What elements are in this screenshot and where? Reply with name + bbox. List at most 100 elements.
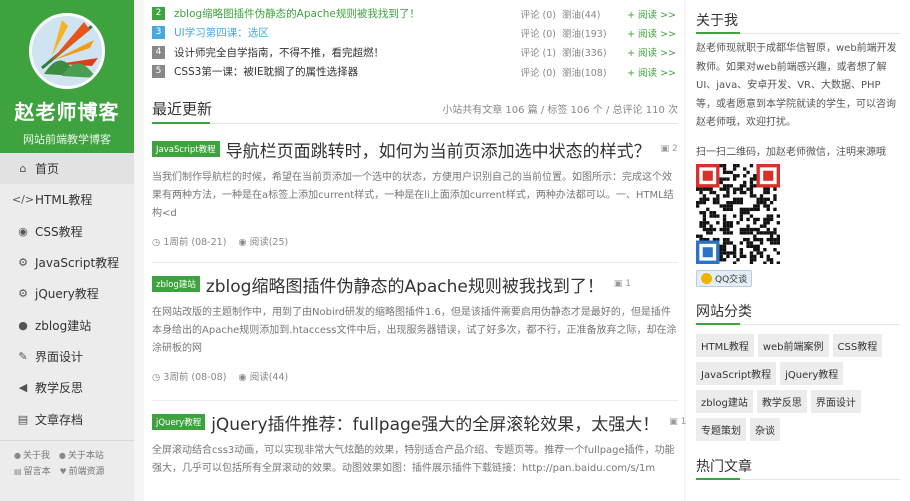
view-count: 瀏油(193) (562, 28, 607, 40)
category-tag[interactable]: 教学反思 (756, 389, 807, 413)
category-tag[interactable]: HTML教程 (696, 333, 754, 357)
site-stats: 小站共有文章 106 篇 / 标签 106 个 / 总评论 110 次 (442, 105, 678, 116)
image-icon: ▣ (660, 144, 672, 154)
nav-item-6[interactable]: ✎ 界面设计 (0, 341, 134, 372)
image-icon: ▣ (669, 417, 681, 427)
post-title[interactable]: zblog缩略图插件伪静态的Apache规则被我找到了！ (206, 272, 604, 297)
book-icon: ▤ (14, 467, 22, 476)
hot-article-title[interactable]: CSS3第一课：被IE耽搁了的属性选择器 (174, 64, 515, 79)
nav-item-label: 文章存档 (35, 412, 84, 427)
category-tag[interactable]: JavaScript教程 (696, 361, 777, 385)
hot-articles-heading: 热门文章 (696, 456, 900, 480)
qr-code-image (696, 163, 780, 264)
category-tag[interactable]: 专题策划 (696, 417, 746, 441)
post-meta: ◷ 1周前 (08-21) ◉ 阅读(25) (152, 234, 678, 248)
post-excerpt: 全屏滚动结合css3动画，可以实现非常大气炫酷的效果，特别适合产品介绍、专题页等… (152, 445, 675, 474)
post-divider (152, 400, 678, 401)
view-count: 瀏油(108) (562, 67, 607, 79)
gears-icon: ⚙ (18, 287, 28, 301)
read-more-link[interactable]: + 阅读 >> (622, 45, 676, 59)
hot-article-row: 5 CSS3第一课：被IE耽搁了的属性选择器 评论 (0) 瀏油(108) + 阅读 >… (152, 62, 676, 81)
user-icon: ● (14, 451, 21, 460)
qq-chat-button[interactable]: QQ交谈 (696, 269, 753, 287)
comment-count: 评论 (1) (520, 48, 556, 60)
rank-badge: 2 (152, 7, 165, 21)
footer-link-resources[interactable]: ♥ 前端资源 (59, 467, 104, 477)
nav-item-label: 首页 (35, 162, 60, 177)
hot-article-row: 3 UI学习第四课：选区 评论 (0) 瀏油(193) + 阅读 >> (152, 23, 676, 42)
nav-item-3[interactable]: ⚙ JavaScript教程 (0, 247, 134, 278)
post-time: ◷ 1周前 (08-21) (152, 237, 227, 248)
category-tag[interactable]: 杂谈 (750, 417, 780, 441)
nav-item-label: 界面设计 (35, 349, 84, 364)
category-tag[interactable]: CSS教程 (832, 333, 883, 357)
nav-item-5[interactable]: ● zblog建站 (0, 309, 134, 340)
view-count: 瀏油(44) (562, 9, 601, 21)
archive-icon: ▤ (17, 412, 29, 426)
post-excerpt: 在网站改版的主题制作中，用到了由Nobird研发的缩略图插件1.6，但是该插件需… (152, 307, 677, 354)
category-tag[interactable]: web前端案例 (757, 333, 829, 357)
nav-item-label: zblog建站 (35, 318, 92, 333)
category-tags: HTML教程 web前端案例 CSS教程 JavaScript教程 jQuery教程 zb… (696, 333, 900, 446)
footer-link-guestbook[interactable]: ▤ 留言本 (14, 467, 51, 477)
hot-article-row: 2 zblog缩略图插件伪静态的Apache规则被我找到了！ 评论 (0) 瀏油(44… (152, 4, 676, 23)
comment-count: 评论 (0) (520, 67, 556, 79)
image-count: ▣ 1 (669, 417, 687, 427)
post-excerpt: 当我们制作导航栏的时候，希望在当前页添加一个选中的状态，方便用户识别自己的当前位… (152, 172, 674, 219)
rank-badge: 3 (152, 26, 165, 40)
qq-icon (701, 272, 712, 284)
right-sidebar: 关于我 赵老师现就职于成都华信智原，web前端开发教师。如果对web前端感兴趣，… (686, 0, 910, 501)
rank-badge: 4 (152, 45, 165, 59)
nav-item-7[interactable]: ◀ 教学反思 (0, 372, 134, 403)
user-icon: ● (58, 451, 66, 460)
eye-icon: ◉ (18, 224, 28, 238)
nav-item-8[interactable]: ▤ 文章存档 (0, 403, 134, 434)
read-more-link[interactable]: + 阅读 >> (622, 26, 676, 40)
category-tag[interactable]: jQuery教程 (780, 361, 844, 385)
hot-article-title[interactable]: 设计师完全自学指南，不得不推，看完超燃！ (174, 45, 515, 60)
category-tag[interactable]: 界面设计 (810, 389, 861, 413)
post-meta: ◷ 3周前 (08-08) ◉ 阅读(44) (152, 369, 678, 383)
about-text: 赵老师现就职于成都华信智原，web前端开发教师。如果对web前端感兴趣，或者想了… (696, 43, 897, 128)
site-title[interactable]: 赵老师博客 (0, 96, 134, 125)
post-title[interactable]: 导航栏页面跳转时，如何为当前页添加选中状态的样式？ (226, 137, 651, 162)
recent-title: 最近更新 (152, 100, 213, 118)
post-title[interactable]: jQuery插件推荐：fullpage强大的全屏滚轮效果，太强大！ (211, 410, 659, 435)
post-category-tag[interactable]: zblog建站 (152, 276, 200, 292)
footer-link-about-me[interactable]: ● 关于我 (14, 451, 50, 461)
brand-header: 赵老师博客 网站前端教学博客 (0, 0, 134, 153)
read-more-link[interactable]: + 阅读 >> (622, 65, 676, 79)
sidebar-footer-links: ● 关于我 ● 关于本站 ▤ 留言本 ♥ 前端资源 (0, 440, 134, 480)
post-category-tag[interactable]: jQuery教程 (152, 414, 206, 430)
hot-article-title[interactable]: zblog缩略图插件伪静态的Apache规则被我找到了！ (174, 6, 515, 21)
image-count: ▣ 2 (660, 144, 678, 154)
nav-item-0[interactable]: ⌂ 首页 (0, 153, 134, 185)
sidebar: 赵老师博客 网站前端教学博客 ⌂ 首页 </> HTML教程 ◉ CSS教程 ⚙ JavaSc… (0, 0, 134, 501)
heart-icon: ♥ (59, 467, 67, 476)
image-icon: ▣ (613, 279, 626, 289)
post-card: jQuery教程 jQuery插件推荐：fullpage强大的全屏滚轮效果，太强大… (152, 410, 686, 501)
footer-link-about-site[interactable]: ● 关于本站 (59, 451, 104, 461)
recent-section-header: 最近更新 小站共有文章 106 篇 / 标签 106 个 / 总评论 110 次 (152, 96, 678, 124)
qq-chat-label: QQ交谈 (715, 274, 748, 285)
read-more-link[interactable]: + 阅读 >> (622, 7, 676, 21)
qr-caption: 扫一扫二维码，加赵老师微信，注明来源哦 (696, 146, 886, 158)
bullhorn-icon: ◀ (18, 381, 28, 395)
nav-item-label: JavaScript教程 (35, 256, 120, 271)
categories-heading: 网站分类 (696, 301, 900, 325)
category-tag[interactable]: zblog建站 (696, 389, 753, 413)
post-card: JavaScript教程 导航栏页面跳转时，如何为当前页添加选中状态的样式？ ▣ 2… (152, 137, 678, 248)
post-category-tag[interactable]: JavaScript教程 (152, 141, 220, 157)
gear-icon: ⚙ (18, 256, 28, 270)
avatar[interactable] (29, 13, 105, 89)
nav-item-1[interactable]: </> HTML教程 (0, 184, 134, 215)
main-nav: ⌂ 首页 </> HTML教程 ◉ CSS教程 ⚙ JavaScript教程 ⚙ jQuery教程… (0, 153, 134, 435)
about-heading: 关于我 (696, 10, 900, 34)
title-underline (152, 122, 210, 124)
post-divider (152, 262, 678, 263)
nav-item-label: jQuery教程 (35, 287, 99, 302)
hot-article-title[interactable]: UI学习第四课：选区 (174, 25, 515, 40)
nav-item-2[interactable]: ◉ CSS教程 (0, 216, 134, 247)
nav-item-4[interactable]: ⚙ jQuery教程 (0, 278, 134, 309)
hot-articles-list: 2 zblog缩略图插件伪静态的Apache规则被我找到了！ 评论 (0) 瀏油(44… (144, 0, 684, 81)
